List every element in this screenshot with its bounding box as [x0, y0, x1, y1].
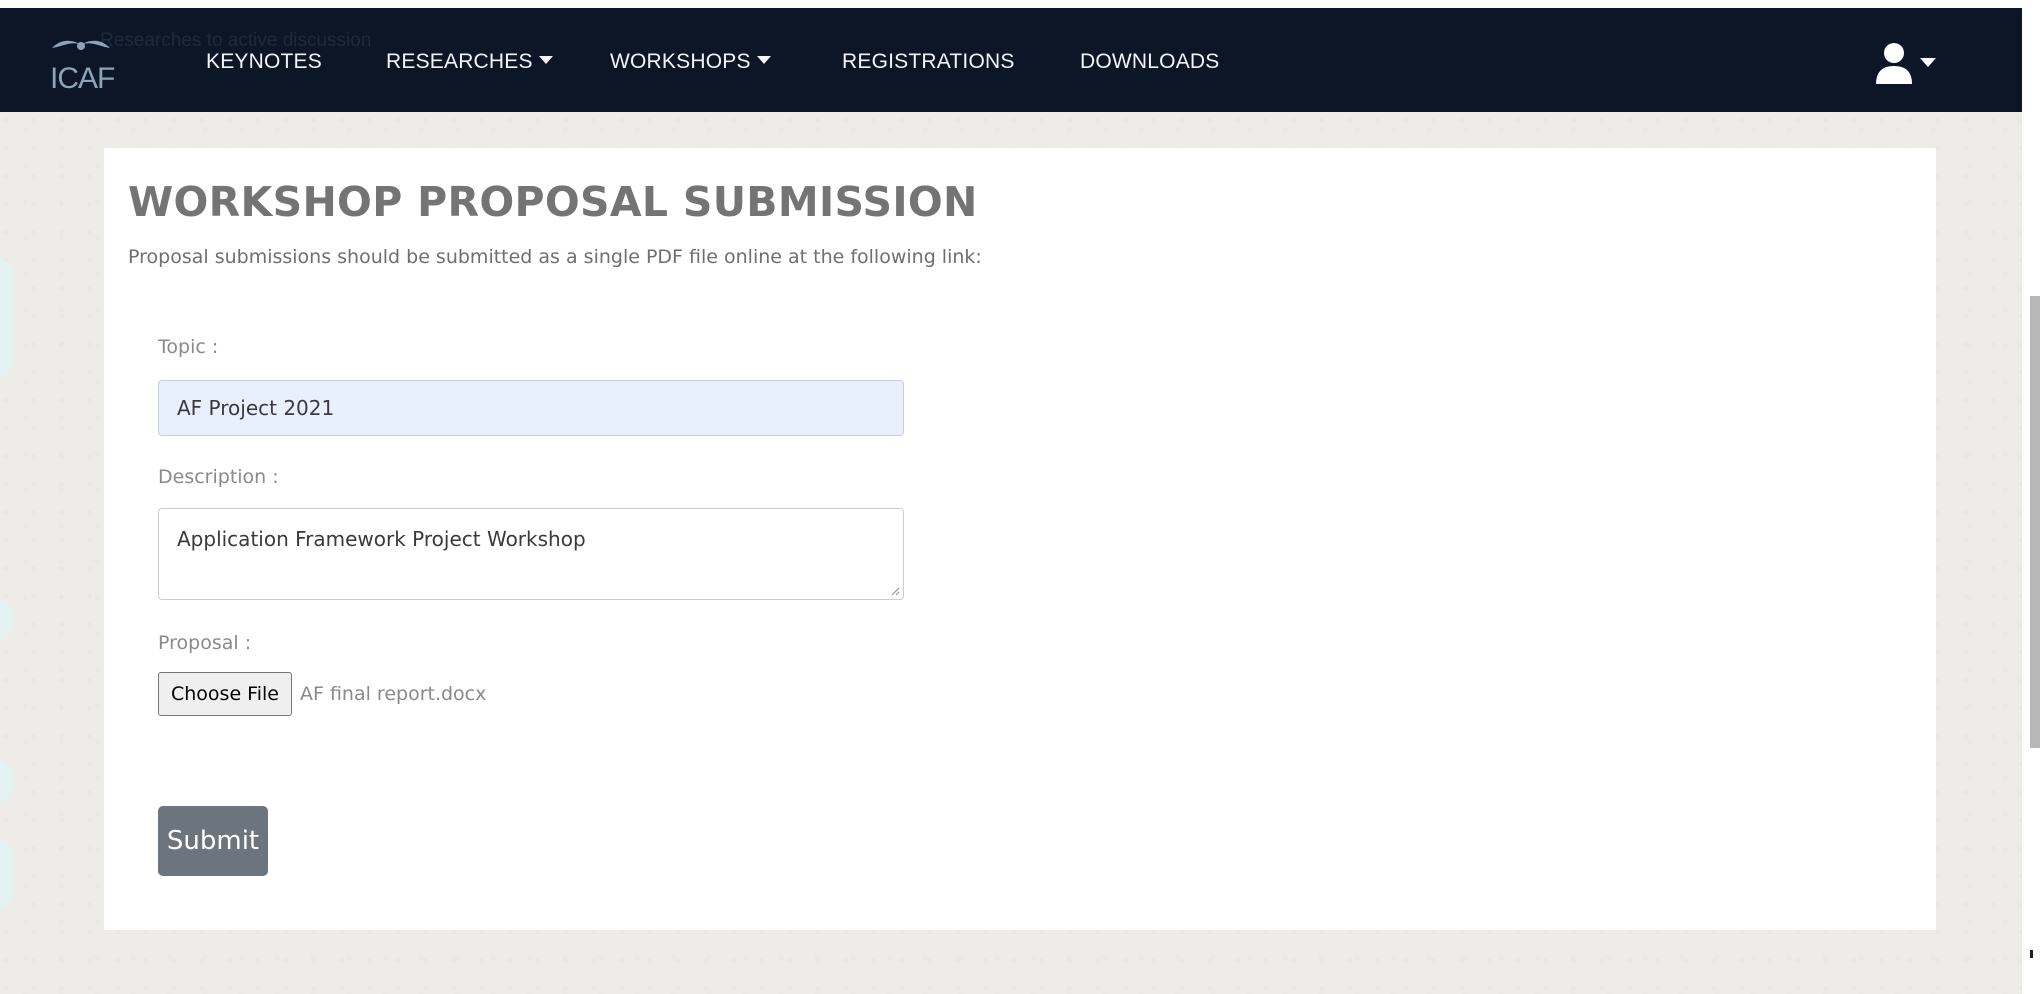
- nav-item-label: RESEARCHES: [386, 50, 533, 73]
- user-menu-toggle[interactable]: [1874, 42, 1954, 86]
- description-textarea-value: Application Framework Project Workshop: [177, 527, 586, 551]
- nav-item-keynotes[interactable]: KEYNOTES: [206, 50, 322, 74]
- scrollbar-thumb[interactable]: [2030, 296, 2040, 748]
- logo-text: ICAF: [50, 62, 115, 95]
- icaf-logo[interactable]: ICAF: [50, 32, 115, 96]
- proposal-form-card: WORKSHOP PROPOSAL SUBMISSION Proposal su…: [104, 148, 1936, 930]
- nav-item-label: REGISTRATIONS: [842, 50, 1015, 73]
- user-icon: [1876, 43, 1912, 84]
- nav-item-registrations[interactable]: REGISTRATIONS: [842, 50, 1015, 74]
- form-instructions: Proposal submissions should be submitted…: [128, 246, 982, 268]
- nav-item-label: DOWNLOADS: [1080, 50, 1220, 73]
- decorative-shape: [0, 600, 14, 640]
- chevron-down-icon: [538, 56, 553, 65]
- logo-wings-icon: [52, 40, 110, 50]
- page: Researches to active discussion ICAF KEY…: [0, 0, 2040, 994]
- top-strip: [0, 0, 2040, 8]
- topic-input[interactable]: AF Project 2021: [158, 380, 904, 436]
- page-title: WORKSHOP PROPOSAL SUBMISSION: [128, 178, 978, 226]
- resize-grip-icon[interactable]: [890, 586, 900, 596]
- choose-file-button[interactable]: Choose File: [158, 672, 292, 716]
- nav-item-workshops[interactable]: WORKSHOPS: [610, 50, 771, 74]
- decorative-shape: [0, 840, 14, 910]
- nav-item-researches[interactable]: RESEARCHES: [386, 50, 553, 74]
- description-label: Description :: [158, 466, 279, 488]
- decorative-shape: [0, 258, 14, 378]
- scrollbar-end-mark: [2030, 950, 2033, 958]
- topic-label: Topic :: [158, 336, 219, 358]
- nav-item-label: KEYNOTES: [206, 50, 322, 73]
- description-textarea[interactable]: Application Framework Project Workshop: [158, 508, 904, 600]
- topic-input-value: AF Project 2021: [177, 396, 335, 420]
- proposal-label: Proposal :: [158, 632, 252, 654]
- nav-item-label: WORKSHOPS: [610, 50, 751, 73]
- page-scrollbar[interactable]: [2022, 0, 2040, 994]
- submit-button[interactable]: Submit: [158, 806, 268, 876]
- selected-file-name: AF final report.docx: [299, 683, 487, 705]
- chevron-down-icon: [1920, 58, 1936, 67]
- navbar-ghost-text: Researches to active discussion: [100, 30, 372, 51]
- top-navbar: Researches to active discussion ICAF KEY…: [0, 8, 2022, 112]
- chevron-down-icon: [756, 56, 771, 65]
- proposal-file-input: Choose File AF final report.docx: [158, 672, 486, 716]
- decorative-shape: [0, 760, 14, 804]
- nav-item-downloads[interactable]: DOWNLOADS: [1080, 50, 1219, 74]
